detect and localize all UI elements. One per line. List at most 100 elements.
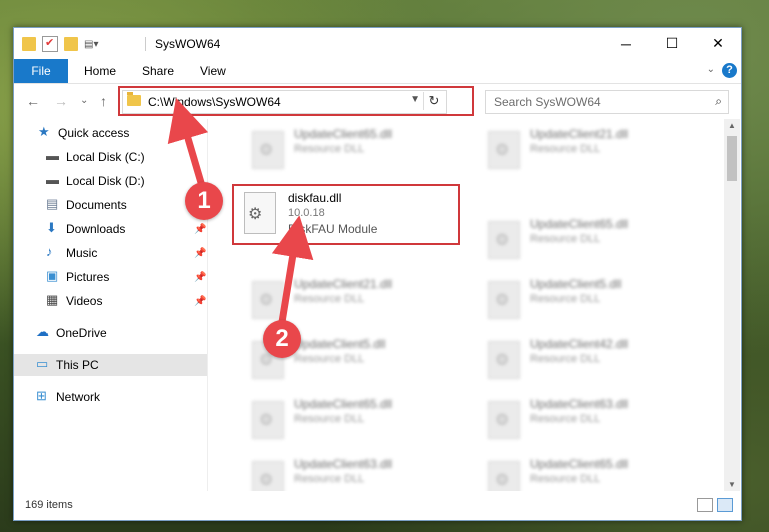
dll-file-icon (252, 401, 284, 439)
file-type: Resource DLL (530, 353, 601, 365)
scroll-down-icon[interactable]: ▼ (728, 480, 736, 489)
sidebar-item-label: Network (56, 390, 101, 404)
maximize-button[interactable]: ☐ (649, 28, 695, 59)
sidebar-item-network[interactable]: ⊞ Network (14, 386, 207, 408)
sidebar-item-label: Local Disk (D:) (66, 174, 145, 188)
tab-home[interactable]: Home (70, 59, 130, 83)
pin-icon[interactable]: 📌 (194, 248, 206, 259)
properties-icon[interactable]: ✔ (42, 36, 58, 52)
file-item[interactable]: UpdateClient65.dll Resource DLL (244, 121, 454, 177)
file-item[interactable]: UpdateClient21.dll Resource DLL (244, 271, 454, 327)
scrollbar-thumb[interactable] (727, 136, 737, 181)
sidebar-item-downloads[interactable]: ⬇ Downloads 📌 (14, 218, 207, 240)
sidebar-item-label: Documents (66, 198, 127, 212)
file-type: Resource DLL (294, 143, 365, 155)
sidebar-item-label: OneDrive (56, 326, 107, 340)
sidebar-item-local-disk-d[interactable]: ▬ Local Disk (D:) (14, 170, 207, 192)
dll-file-icon (252, 461, 284, 491)
sidebar-item-label: Music (66, 246, 98, 260)
sidebar-item-local-disk-c[interactable]: ▬ Local Disk (C:) (14, 146, 207, 168)
sidebar-item-documents[interactable]: ▤ Documents (14, 194, 207, 216)
status-bar: 169 items (14, 491, 741, 520)
sidebar-item-videos[interactable]: ▦ Videos 📌 (14, 290, 207, 312)
item-count: 169 items (25, 499, 73, 511)
videos-icon: ▦ (46, 292, 59, 307)
star-icon: ★ (38, 124, 50, 139)
help-icon[interactable]: ? (722, 63, 737, 78)
file-item[interactable]: UpdateClient65.dll Resource DLL (480, 211, 690, 267)
forward-button[interactable]: → (54, 93, 68, 109)
sidebar-item-label: Pictures (66, 270, 110, 284)
file-item[interactable]: UpdateClient63.dll Resource DLL (244, 451, 454, 491)
network-icon: ⊞ (36, 388, 47, 403)
search-box[interactable]: Search SysWOW64 ⌕ (485, 90, 729, 114)
dll-file-icon (252, 281, 284, 319)
file-item[interactable]: UpdateClient63.dll Resource DLL (480, 391, 690, 447)
navigation-pane: ★ Quick access ▬ Local Disk (C:) ▬ Local Disk… (14, 119, 208, 491)
dll-file-icon (488, 221, 520, 259)
address-highlight-box (118, 86, 474, 116)
window-title: SysWOW64 (155, 37, 221, 51)
file-list: ⚙ diskfau.dll 10.0.18 DiskFAU Module Upd… (208, 119, 724, 491)
large-icons-view-icon[interactable] (717, 498, 733, 512)
sidebar-item-music[interactable]: ♪ Music 📌 (14, 242, 207, 264)
file-name: UpdateClient5.dll (530, 277, 622, 291)
sidebar-item-label: Videos (66, 294, 103, 308)
title-separator (145, 37, 146, 51)
sidebar-item-pictures[interactable]: ▣ Pictures 📌 (14, 266, 207, 288)
folder-icon[interactable] (22, 37, 36, 51)
scroll-up-icon[interactable]: ▲ (728, 121, 736, 130)
dll-file-icon (488, 401, 520, 439)
file-name: UpdateClient65.dll (294, 127, 393, 141)
file-item[interactable]: UpdateClient5.dll Resource DLL (480, 271, 690, 327)
close-button[interactable]: ✕ (695, 28, 741, 59)
sidebar-item-label: Downloads (66, 222, 126, 236)
file-name: UpdateClient65.dll (530, 217, 629, 231)
dll-file-icon (488, 461, 520, 491)
pin-icon[interactable]: 📌 (194, 224, 206, 235)
file-type: Resource DLL (530, 233, 601, 245)
file-item[interactable]: UpdateClient65.dll Resource DLL (244, 391, 454, 447)
back-button[interactable]: ← (26, 93, 40, 109)
file-type: Resource DLL (294, 353, 365, 365)
file-type: Resource DLL (294, 413, 365, 425)
tab-file[interactable]: File (14, 59, 68, 83)
file-item[interactable]: UpdateClient65.dll Resource DLL (480, 451, 690, 491)
file-name: UpdateClient21.dll (530, 127, 629, 141)
vertical-scrollbar[interactable]: ▲ ▼ (724, 119, 740, 491)
file-type: Resource DLL (530, 293, 601, 305)
file-type: Resource DLL (294, 473, 365, 485)
details-view-icon[interactable] (697, 498, 713, 512)
file-name: UpdateClient63.dll (530, 397, 629, 411)
sidebar-item-label: Local Disk (C:) (66, 150, 145, 164)
computer-icon: ▭ (36, 356, 49, 371)
title-bar: ✔ ▤▾ SysWOW64 ─ ☐ ✕ (14, 28, 741, 59)
sidebar-item-quick-access[interactable]: ★ Quick access (14, 122, 207, 144)
file-item[interactable]: UpdateClient21.dll Resource DLL (480, 121, 690, 177)
tab-view[interactable]: View (186, 59, 240, 83)
dll-file-icon (488, 281, 520, 319)
minimize-button[interactable]: ─ (603, 28, 649, 59)
file-name: UpdateClient5.dll (294, 337, 386, 351)
sidebar-item-onedrive[interactable]: ☁ OneDrive (14, 322, 207, 344)
file-highlight-box (232, 184, 460, 245)
new-folder-icon[interactable] (64, 37, 78, 51)
ribbon-expand-icon[interactable]: ⌄ (707, 64, 715, 75)
quick-access-toolbar: ✔ ▤▾ (22, 36, 98, 52)
pin-icon[interactable]: 📌 (194, 272, 206, 283)
search-icon[interactable]: ⌕ (715, 94, 722, 109)
file-name: UpdateClient21.dll (294, 277, 393, 291)
customize-toolbar-icon[interactable]: ▤▾ (84, 39, 98, 50)
drive-icon: ▬ (46, 148, 59, 163)
file-name: UpdateClient63.dll (294, 457, 393, 471)
file-item[interactable]: UpdateClient42.dll Resource DLL (480, 331, 690, 387)
recent-locations-button[interactable]: ⌄ (80, 95, 88, 106)
sidebar-item-this-pc[interactable]: ▭ This PC (14, 354, 207, 376)
tab-share[interactable]: Share (128, 59, 188, 83)
pin-icon[interactable]: 📌 (194, 296, 206, 307)
music-icon: ♪ (46, 244, 53, 259)
documents-icon: ▤ (46, 196, 59, 211)
dll-file-icon (488, 131, 520, 169)
up-button[interactable]: ↑ (100, 93, 107, 109)
file-name: UpdateClient65.dll (294, 397, 393, 411)
